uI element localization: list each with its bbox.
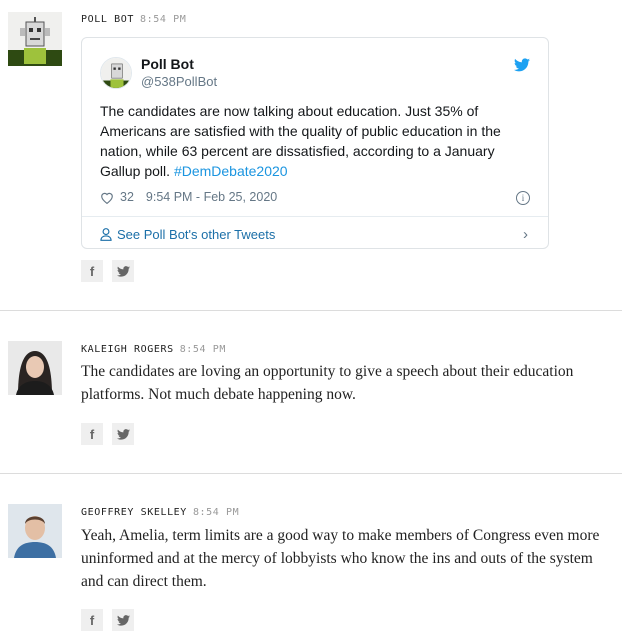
person-icon bbox=[100, 228, 112, 241]
twitter-icon bbox=[116, 265, 130, 277]
byline: KALEIGH ROGERS 8:54 PM bbox=[81, 344, 226, 355]
facebook-icon: f bbox=[89, 426, 95, 442]
tweet-author-name[interactable]: Poll Bot bbox=[141, 56, 194, 72]
post-time: 8:54 PM bbox=[139, 14, 187, 25]
entry-text: The candidates are loving an opportunity… bbox=[81, 363, 574, 403]
author-name: POLL BOT bbox=[81, 14, 134, 25]
avatar bbox=[8, 12, 62, 66]
twitter-share-button[interactable] bbox=[112, 609, 134, 631]
robot-avatar-icon bbox=[8, 12, 62, 66]
facebook-icon: f bbox=[89, 612, 95, 628]
share-buttons: f bbox=[81, 260, 134, 282]
twitter-icon bbox=[116, 614, 130, 626]
byline: POLL BOT 8:54 PM bbox=[81, 14, 186, 25]
chevron-right-icon[interactable]: › bbox=[523, 226, 528, 243]
author-name: KALEIGH ROGERS bbox=[81, 344, 174, 355]
portrait-avatar bbox=[8, 504, 62, 558]
tweet-author-handle[interactable]: @538PollBot bbox=[141, 74, 217, 89]
author-name: GEOFFREY SKELLEY bbox=[81, 507, 187, 518]
tweet-timestamp[interactable]: 9:54 PM - Feb 25, 2020 bbox=[146, 190, 277, 204]
heart-icon[interactable] bbox=[100, 191, 114, 204]
tweet-meta: 32 9:54 PM - Feb 25, 2020 bbox=[100, 190, 277, 204]
avatar bbox=[8, 504, 62, 558]
twitter-bird-icon[interactable] bbox=[514, 58, 530, 72]
share-buttons: f bbox=[81, 609, 134, 631]
tweet-avatar[interactable] bbox=[100, 57, 132, 89]
embedded-tweet[interactable]: Poll Bot @538PollBot The candidates are … bbox=[81, 37, 549, 249]
robot-avatar-icon bbox=[101, 58, 131, 88]
live-entry-kaleigh-rogers: KALEIGH ROGERS 8:54 PM The candidates are… bbox=[0, 311, 622, 473]
tweet-like-count[interactable]: 32 bbox=[120, 190, 134, 204]
portrait-avatar bbox=[8, 341, 62, 395]
twitter-icon bbox=[116, 428, 130, 440]
live-entry-poll-bot: POLL BOT 8:54 PM Poll Bot @538PollBot The… bbox=[0, 0, 622, 310]
facebook-share-button[interactable]: f bbox=[81, 260, 103, 282]
share-buttons: f bbox=[81, 423, 134, 445]
facebook-share-button[interactable]: f bbox=[81, 423, 103, 445]
tweet-divider bbox=[82, 216, 548, 217]
entry-text: Yeah, Amelia, term limits are a good way… bbox=[81, 527, 600, 590]
tweet-hashtag-link[interactable]: #DemDebate2020 bbox=[174, 163, 288, 179]
tweet-text: The candidates are now talking about edu… bbox=[100, 101, 530, 181]
live-entry-geoffrey-skelley: GEOFFREY SKELLEY 8:54 PM Yeah, Amelia, te… bbox=[0, 474, 622, 640]
twitter-share-button[interactable] bbox=[112, 260, 134, 282]
tweet-body: The candidates are now talking about edu… bbox=[100, 103, 501, 179]
post-time: 8:54 PM bbox=[179, 344, 227, 355]
facebook-share-button[interactable]: f bbox=[81, 609, 103, 631]
see-other-tweets-label[interactable]: See Poll Bot's other Tweets bbox=[117, 227, 275, 242]
info-icon[interactable]: i bbox=[516, 191, 530, 205]
byline: GEOFFREY SKELLEY 8:54 PM bbox=[81, 507, 239, 518]
facebook-icon: f bbox=[89, 263, 95, 279]
post-time: 8:54 PM bbox=[192, 507, 240, 518]
twitter-share-button[interactable] bbox=[112, 423, 134, 445]
see-other-tweets-link[interactable]: See Poll Bot's other Tweets bbox=[100, 227, 275, 242]
avatar bbox=[8, 341, 62, 395]
